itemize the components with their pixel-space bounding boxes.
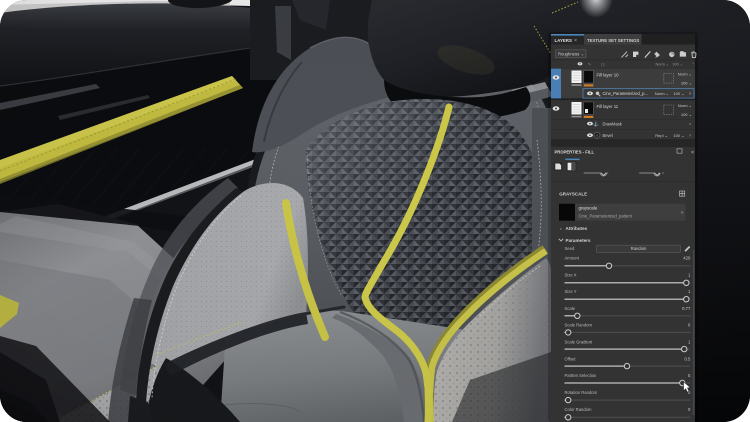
svg-text:✎: ✎ (588, 62, 591, 66)
svg-text:Rotation Random: Rotation Random (565, 390, 598, 395)
svg-text:Cine_Parameterized_pattern: Cine_Parameterized_pattern (579, 214, 633, 219)
svg-text:100 ⌄: 100 ⌄ (673, 133, 684, 138)
svg-text:GRAYSCALE: GRAYSCALE (559, 191, 587, 196)
svg-text:Roughness: Roughness (558, 52, 579, 57)
svg-text:Size Y: Size Y (565, 289, 577, 294)
svg-text:grayscale: grayscale (579, 205, 598, 210)
svg-text:Bevel: Bevel (603, 133, 613, 138)
svg-text:×: × (574, 38, 577, 44)
svg-text:Fill layer 11: Fill layer 11 (597, 104, 619, 109)
svg-text:Amount: Amount (565, 256, 580, 261)
svg-text:⌄: ⌄ (581, 51, 585, 56)
svg-text:Fill layer 10: Fill layer 10 (597, 73, 620, 78)
svg-text:DrawMask: DrawMask (603, 121, 623, 126)
svg-text:Repl ⌄: Repl ⌄ (655, 133, 668, 138)
svg-text:Norm ⌄: Norm ⌄ (678, 72, 692, 77)
svg-text:Parameters: Parameters (566, 238, 591, 243)
svg-text:100 ⌄: 100 ⌄ (681, 112, 692, 117)
svg-text:100 ⌄: 100 ⌄ (673, 91, 684, 96)
svg-text:×: × (681, 210, 684, 216)
svg-text:0.5: 0.5 (684, 357, 690, 362)
svg-text:Scale: Scale (565, 306, 576, 311)
svg-text:0.77: 0.77 (682, 306, 691, 311)
svg-text:Size X: Size X (565, 272, 577, 277)
svg-text:PROPERTIES - FILL: PROPERTIES - FILL (555, 150, 595, 155)
svg-text:×: × (691, 150, 694, 156)
svg-text:Offset: Offset (565, 357, 577, 362)
svg-text:100 ⌄: 100 ⌄ (681, 81, 692, 86)
svg-text:f: f (597, 134, 598, 138)
svg-text:Scale Random: Scale Random (565, 323, 593, 328)
svg-text:Scale Gradient: Scale Gradient (565, 340, 594, 345)
svg-text:Norm ⌄: Norm ⌄ (655, 62, 669, 66)
svg-text:Norm ⌄: Norm ⌄ (678, 103, 692, 108)
svg-text:LAYERS: LAYERS (555, 38, 572, 43)
svg-text:Color Random: Color Random (565, 407, 593, 412)
svg-text:Norm ⌄: Norm ⌄ (655, 91, 669, 96)
svg-text:⚓: ⚓ (593, 122, 599, 127)
svg-text:100 ⌄: 100 ⌄ (672, 62, 683, 66)
svg-text:Partten Selection: Partten Selection (565, 373, 598, 378)
svg-text:Random: Random (631, 246, 647, 251)
svg-text:⌃: ⌃ (692, 61, 695, 66)
svg-text:Cine_Parameterized_p...: Cine_Parameterized_p... (603, 91, 648, 96)
svg-text:×: × (689, 91, 692, 96)
svg-text:420: 420 (683, 256, 691, 261)
svg-text:TEXTURE SET SETTINGS: TEXTURE SET SETTINGS (587, 38, 639, 43)
svg-text:Seed: Seed (565, 246, 575, 251)
svg-text:| 1: | 1 (601, 62, 605, 66)
svg-text:Attributes: Attributes (566, 226, 588, 231)
